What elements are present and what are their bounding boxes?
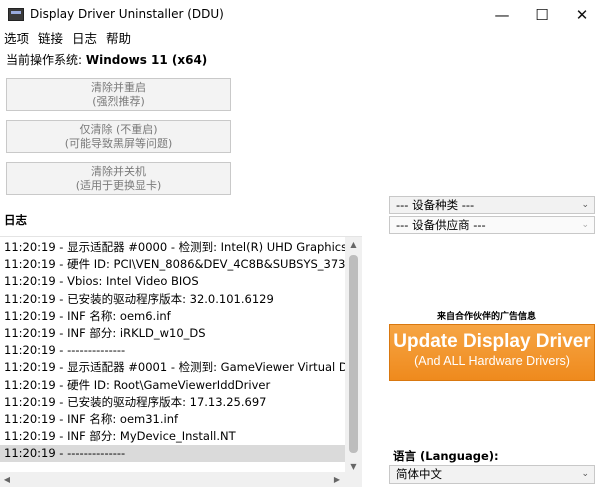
language-select[interactable]: 简体中文 ⌄ bbox=[389, 465, 595, 484]
log-line[interactable]: 11:20:19 - Vbios: Intel Video BIOS bbox=[0, 273, 345, 290]
menu-links[interactable]: 链接 bbox=[34, 30, 68, 48]
log-line[interactable]: 11:20:19 - INF 名称: oem6.inf bbox=[0, 308, 345, 325]
button-label: 仅清除 (不重启) bbox=[79, 123, 158, 136]
chevron-down-icon: ⌄ bbox=[581, 200, 589, 210]
title-bar: Display Driver Uninstaller (DDU) — ☐ ✕ bbox=[0, 0, 601, 30]
log-lines: 11:20:19 - 显示适配器 #0000 - 检测到: Intel(R) U… bbox=[0, 239, 345, 463]
clean-and-restart-button[interactable]: 清除并重启 (强烈推荐) bbox=[6, 78, 231, 111]
log-line[interactable]: 11:20:19 - INF 部分: MyDevice_Install.NT bbox=[0, 428, 345, 445]
scroll-left-icon[interactable]: ◀ bbox=[0, 472, 14, 487]
button-sublabel: (适用于更换显卡) bbox=[75, 179, 162, 192]
clean-no-restart-button[interactable]: 仅清除 (不重启) (可能导致黑屏等问题) bbox=[6, 120, 231, 153]
maximize-icon: ☐ bbox=[535, 6, 549, 24]
chevron-down-icon: ⌄ bbox=[581, 469, 589, 479]
button-label: 清除并重启 bbox=[91, 81, 146, 94]
log-list[interactable]: 11:20:19 - 显示适配器 #0000 - 检测到: Intel(R) U… bbox=[0, 236, 362, 487]
button-sublabel: (可能导致黑屏等问题) bbox=[64, 137, 173, 150]
close-icon: ✕ bbox=[575, 6, 589, 24]
menu-logs[interactable]: 日志 bbox=[68, 30, 102, 48]
log-line[interactable]: 11:20:19 - 显示适配器 #0001 - 检测到: GameViewer… bbox=[0, 359, 345, 376]
log-line[interactable]: 11:20:19 - INF 名称: oem31.inf bbox=[0, 411, 345, 428]
device-type-value: --- 设备种类 --- bbox=[396, 198, 475, 212]
clean-and-shutdown-button[interactable]: 清除并关机 (适用于更换显卡) bbox=[6, 162, 231, 195]
os-value: Windows 11 (x64) bbox=[85, 53, 208, 67]
log-line[interactable]: 11:20:19 - 硬件 ID: PCI\VEN_8086&DEV_4C8B&… bbox=[0, 256, 345, 273]
ad-subtitle: (And ALL Hardware Drivers) bbox=[414, 354, 570, 368]
scroll-right-icon[interactable]: ▶ bbox=[330, 472, 344, 487]
menu-help[interactable]: 帮助 bbox=[102, 30, 136, 48]
chevron-down-icon: ⌄ bbox=[581, 220, 589, 230]
minimize-icon: — bbox=[494, 6, 510, 24]
scroll-thumb[interactable] bbox=[349, 255, 358, 453]
window-title: Display Driver Uninstaller (DDU) bbox=[30, 7, 224, 21]
button-label: 清除并关机 bbox=[91, 165, 146, 178]
update-driver-ad-banner[interactable]: Update Display Driver (And ALL Hardware … bbox=[389, 324, 595, 381]
language-value: 简体中文 bbox=[396, 467, 442, 481]
ad-label: 来自合作伙伴的广告信息 bbox=[437, 312, 537, 322]
menu-options[interactable]: 选项 bbox=[0, 30, 34, 48]
language-label: 语言 (Language): bbox=[393, 449, 499, 463]
log-line[interactable]: 11:20:19 - 已安装的驱动程序版本: 17.13.25.697 bbox=[0, 394, 345, 411]
log-line[interactable]: 11:20:19 - -------------- bbox=[0, 445, 345, 463]
ad-title: Update Display Driver bbox=[393, 331, 591, 352]
os-info: 当前操作系统: Windows 11 (x64) bbox=[6, 51, 207, 68]
scroll-up-icon[interactable]: ▲ bbox=[345, 237, 362, 253]
log-line[interactable]: 11:20:19 - 硬件 ID: Root\GameViewerIddDriv… bbox=[0, 377, 345, 394]
device-vendor-value: --- 设备供应商 --- bbox=[396, 218, 486, 232]
os-label: 当前操作系统: bbox=[6, 53, 83, 67]
log-horizontal-scrollbar[interactable]: ◀ ▶ bbox=[0, 472, 362, 487]
log-vertical-scrollbar[interactable]: ▲ ▼ bbox=[345, 237, 362, 472]
button-sublabel: (强烈推荐) bbox=[92, 95, 145, 108]
menu-bar: 选项 链接 日志 帮助 bbox=[0, 30, 136, 48]
close-button[interactable]: ✕ bbox=[559, 0, 601, 30]
device-vendor-select[interactable]: --- 设备供应商 --- ⌄ bbox=[389, 216, 595, 234]
log-line[interactable]: 11:20:19 - 显示适配器 #0000 - 检测到: Intel(R) U… bbox=[0, 239, 345, 256]
log-line[interactable]: 11:20:19 - -------------- bbox=[0, 342, 345, 359]
device-type-select[interactable]: --- 设备种类 --- ⌄ bbox=[389, 196, 595, 214]
log-line[interactable]: 11:20:19 - 已安装的驱动程序版本: 32.0.101.6129 bbox=[0, 291, 345, 308]
log-line[interactable]: 11:20:19 - INF 部分: iRKLD_w10_DS bbox=[0, 325, 345, 342]
ddu-app-icon bbox=[8, 8, 24, 21]
log-header: 日志 bbox=[4, 213, 27, 227]
